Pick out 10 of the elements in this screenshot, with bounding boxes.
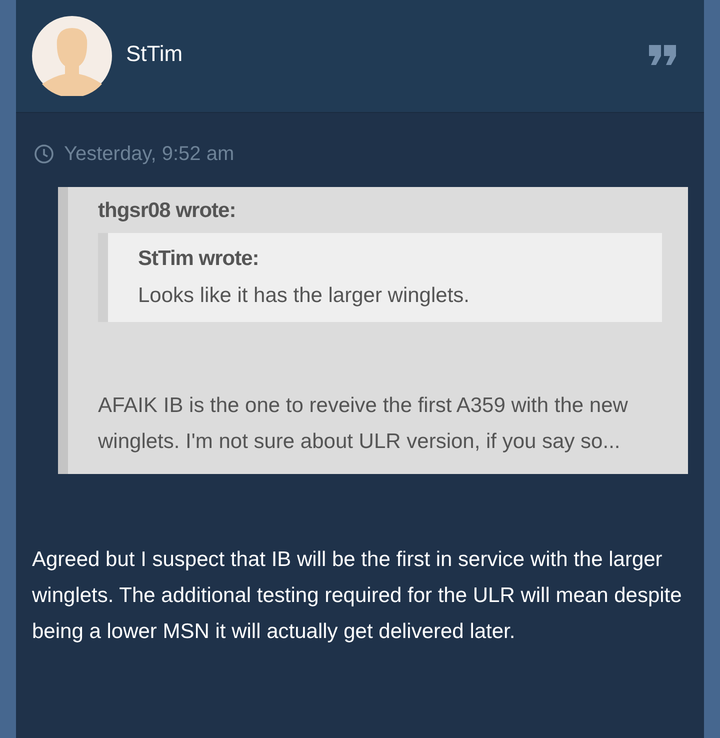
post-body: Agreed but I suspect that IB will be the first in service with the larger winglets. The additional testing required for the ULR will mean despite being a lower MSN it will actually get delivered later.	[31, 546, 683, 644]
quote-author: thgsr08 wrote:	[98, 198, 237, 224]
quote-author: StTim wrote:	[138, 246, 260, 272]
avatar-icon	[32, 16, 112, 96]
quote-text: AFAIK IB is the one to reveive the first A359 with the new winglets. I'm not sure about ULR version, if you say so...	[98, 392, 629, 454]
quote-text: Looks like it has the larger winglets.	[138, 283, 470, 309]
post-time: Yesterday, 9:52 am	[64, 142, 234, 167]
clock-icon	[34, 144, 54, 164]
quote-icon[interactable]	[648, 44, 678, 66]
author-name[interactable]: StTim	[126, 36, 183, 70]
